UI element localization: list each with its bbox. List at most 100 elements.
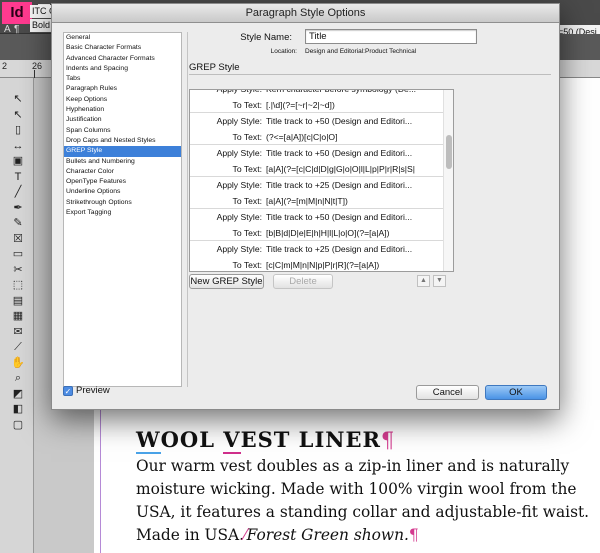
- free-transform-icon[interactable]: ⬚: [11, 278, 25, 292]
- line-icon[interactable]: ╱: [11, 185, 25, 199]
- preview-label: Preview: [76, 385, 110, 396]
- category-item[interactable]: Span Columns: [64, 126, 181, 136]
- category-item[interactable]: Underline Options: [64, 187, 181, 197]
- grep-rule[interactable]: Apply Style: Kern character before symbol…: [190, 89, 444, 113]
- fill-stroke-icon[interactable]: ◩: [11, 387, 25, 401]
- grep-to-text-row[interactable]: To Text: [a|A](?=[m|M|n|N|t|T]): [190, 193, 444, 209]
- grep-apply-style-row[interactable]: Apply Style: Title track to +50 (Design a…: [190, 145, 444, 161]
- grep-style-list[interactable]: Apply Style: Kern character before symbol…: [189, 89, 454, 272]
- gradient-feather-icon[interactable]: ▦: [11, 309, 25, 323]
- grep-to-text-value[interactable]: (?<=[a|A])[c|C|o|O]: [266, 129, 338, 145]
- grep-to-text-row[interactable]: To Text: [c|C|m|M|n|N|p|P|r|R](?=[a|A]): [190, 257, 444, 271]
- move-up-icon[interactable]: ▲: [417, 275, 430, 287]
- grep-to-text-value[interactable]: [a|A](?=[c|C|d|D|g|G|o|O|l|L|p|P|r|R|s|S…: [266, 161, 415, 177]
- category-item[interactable]: Indents and Spacing: [64, 64, 181, 74]
- gap-icon[interactable]: ↔: [11, 139, 25, 153]
- preview-checkbox[interactable]: ✓: [63, 386, 73, 396]
- zoom-icon[interactable]: ⌕: [11, 371, 25, 385]
- note-icon[interactable]: ✉: [11, 325, 25, 339]
- grep-rule[interactable]: Apply Style: Title track to +50 (Design a…: [190, 113, 444, 145]
- grep-apply-style-value[interactable]: Kern character before symbology (De...: [266, 90, 416, 97]
- cancel-button[interactable]: Cancel: [416, 385, 479, 400]
- content-collector-icon[interactable]: ▣: [11, 154, 25, 168]
- grep-apply-style-label: Apply Style:: [216, 148, 262, 158]
- grep-apply-style-row[interactable]: Apply Style: Title track to +25 (Design a…: [190, 241, 444, 257]
- grep-apply-style-value[interactable]: Title track to +50 (Design and Editori..…: [266, 145, 412, 161]
- category-item[interactable]: Paragraph Rules: [64, 84, 181, 94]
- category-item[interactable]: Advanced Character Formats: [64, 54, 181, 64]
- pencil-icon[interactable]: ✎: [11, 216, 25, 230]
- grep-to-text-row[interactable]: To Text: [b|B|d|D|e|E|h|H|l|L|o|O](?=[a|A…: [190, 225, 444, 241]
- grep-apply-style-value[interactable]: Title track to +25 (Design and Editori..…: [266, 177, 412, 193]
- ruler-number: 2: [2, 61, 8, 71]
- text-frame[interactable]: WOOL VEST LINER¶ Our warm vest doubles a…: [136, 425, 596, 547]
- grep-apply-style-value[interactable]: Title track to +50 (Design and Editori..…: [266, 113, 412, 129]
- style-name-input[interactable]: Title: [305, 29, 477, 44]
- category-item[interactable]: Keep Options: [64, 95, 181, 105]
- product-heading[interactable]: WOOL VEST LINER¶: [136, 425, 596, 455]
- new-grep-style-button[interactable]: New GREP Style: [189, 274, 264, 289]
- grep-apply-style-label: Apply Style:: [216, 244, 262, 254]
- category-item[interactable]: Tabs: [64, 74, 181, 84]
- rectangle-icon[interactable]: ▭: [11, 247, 25, 261]
- grep-scroll-thumb[interactable]: [446, 134, 452, 169]
- category-item[interactable]: Justification: [64, 115, 181, 125]
- grep-to-text-value[interactable]: [c|C|m|M|n|N|p|P|r|R](?=[a|A]): [266, 257, 379, 271]
- dialog-title[interactable]: Paragraph Style Options: [52, 4, 559, 23]
- category-item[interactable]: Basic Character Formats: [64, 43, 181, 53]
- pen-icon[interactable]: ✒: [11, 201, 25, 215]
- grep-rule[interactable]: Apply Style: Title track to +25 (Design a…: [190, 241, 444, 271]
- body-line: moisture wicking. Made with 100% virgin …: [136, 480, 577, 498]
- ok-button[interactable]: OK: [485, 385, 547, 400]
- category-item[interactable]: Bullets and Numbering: [64, 157, 181, 167]
- selection-icon[interactable]: ↖: [11, 92, 25, 106]
- grep-to-text-row[interactable]: To Text: (?<=[a|A])[c|C|o|O]: [190, 129, 444, 145]
- type-icon[interactable]: T: [11, 170, 25, 184]
- indesign-logo: Id: [2, 2, 32, 24]
- scissors-icon[interactable]: ✂: [11, 263, 25, 277]
- grep-to-text-row[interactable]: To Text: [.|\d](?=[~r|~2|~d]): [190, 97, 444, 113]
- grep-apply-style-value[interactable]: Title track to +25 (Design and Editori..…: [266, 241, 412, 257]
- hand-icon[interactable]: ✋: [11, 356, 25, 370]
- grep-to-text-value[interactable]: [b|B|d|D|e|E|h|H|l|L|o|O](?=[a|A]): [266, 225, 390, 241]
- grep-rule[interactable]: Apply Style: Title track to +50 (Design a…: [190, 209, 444, 241]
- category-item[interactable]: GREP Style: [64, 146, 181, 157]
- body-line: Made in USA.⁄Forest Green shown.¶: [136, 524, 596, 547]
- category-item[interactable]: Character Color: [64, 167, 181, 177]
- body-line: USA, it features a standing collar and a…: [136, 503, 590, 521]
- grep-apply-style-row[interactable]: Apply Style: Title track to +25 (Design a…: [190, 177, 444, 193]
- product-description[interactable]: Our warm vest doubles as a zip-in liner …: [136, 455, 596, 547]
- grep-apply-style-row[interactable]: Apply Style: Title track to +50 (Design a…: [190, 209, 444, 225]
- delete-button[interactable]: Delete: [273, 274, 333, 289]
- grep-apply-style-label: Apply Style:: [216, 116, 262, 126]
- section-divider: [189, 74, 551, 75]
- grep-apply-style-row[interactable]: Apply Style: Kern character before symbol…: [190, 89, 444, 97]
- page-icon[interactable]: ▯: [11, 123, 25, 137]
- move-down-icon[interactable]: ▼: [433, 275, 446, 287]
- pilcrow-mark: ¶: [408, 526, 419, 544]
- grep-to-text-value[interactable]: [a|A](?=[m|M|n|N|t|T]): [266, 193, 348, 209]
- grep-rule[interactable]: Apply Style: Title track to +50 (Design a…: [190, 145, 444, 177]
- category-item[interactable]: OpenType Features: [64, 177, 181, 187]
- pilcrow-mark: ¶: [380, 428, 396, 452]
- grep-apply-style-row[interactable]: Apply Style: Title track to +50 (Design a…: [190, 113, 444, 129]
- grep-to-text-row[interactable]: To Text: [a|A](?=[c|C|d|D|g|G|o|O|l|L|p|P…: [190, 161, 444, 177]
- grep-apply-style-value[interactable]: Title track to +50 (Design and Editori..…: [266, 209, 412, 225]
- category-item[interactable]: Drop Caps and Nested Styles: [64, 136, 181, 146]
- category-item[interactable]: Strikethrough Options: [64, 198, 181, 208]
- default-colors-icon[interactable]: ◧: [11, 402, 25, 416]
- grep-scrollbar[interactable]: [443, 90, 453, 271]
- category-list: General Basic Character Formats Advanced C…: [63, 32, 182, 387]
- eyedropper-icon[interactable]: ⟋: [11, 340, 25, 354]
- category-item[interactable]: Export Tagging: [64, 208, 181, 218]
- grep-apply-style-label: Apply Style:: [216, 89, 262, 94]
- rectangle-frame-icon[interactable]: ☒: [11, 232, 25, 246]
- view-mode-icon[interactable]: ▢: [11, 418, 25, 432]
- grep-rule[interactable]: Apply Style: Title track to +25 (Design a…: [190, 177, 444, 209]
- gradient-swatch-icon[interactable]: ▤: [11, 294, 25, 308]
- direct-selection-icon[interactable]: ↖: [11, 108, 25, 122]
- grep-to-text-label: To Text:: [232, 164, 262, 174]
- grep-to-text-value[interactable]: [.|\d](?=[~r|~2|~d]): [266, 97, 335, 113]
- category-item[interactable]: General: [64, 33, 181, 43]
- category-item[interactable]: Hyphenation: [64, 105, 181, 115]
